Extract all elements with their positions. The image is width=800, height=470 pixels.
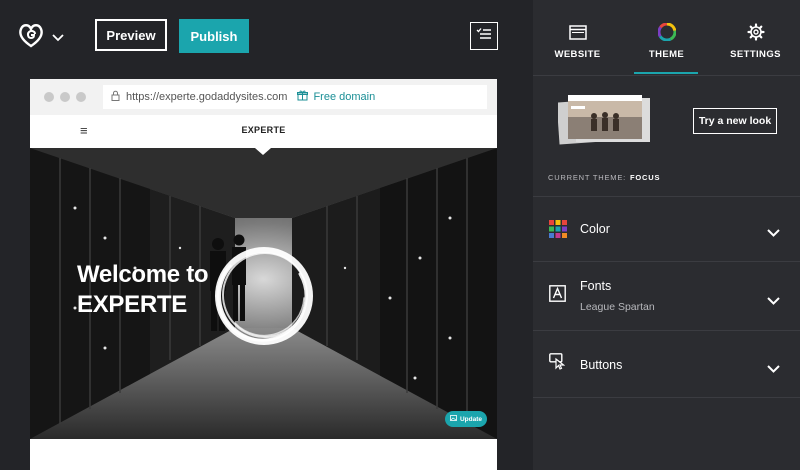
browser-window-icon [568,22,587,42]
hero-title-line-2: EXPERTE [77,291,187,318]
site-preview-browser: https://experte.godaddysites.com Free do… [30,79,497,470]
tab-settings-label: SETTINGS [730,49,781,60]
browser-chrome: https://experte.godaddysites.com Free do… [30,79,497,115]
window-dot-1 [44,92,54,102]
godaddy-logo-icon [18,22,44,53]
window-dot-2 [60,92,70,102]
window-dot-3 [76,92,86,102]
chevron-down-icon [767,360,780,378]
site-title: EXPERTE [241,125,286,135]
publish-button[interactable]: Publish [179,19,249,53]
gift-icon [297,90,309,104]
button-cursor-icon [549,353,566,375]
chevron-down-icon [767,292,780,310]
image-icon [450,415,457,423]
chevron-down-icon [767,224,780,242]
theme-panel: WEBSITE THEME SETTINGS Try a new look CU… [533,0,800,470]
fonts-section-row[interactable]: Fonts League Spartan [533,262,800,331]
color-label: Color [580,222,610,236]
checklist-button[interactable] [470,22,498,50]
free-domain-link[interactable]: Free domain [297,90,375,104]
hero-title: Welcome to EXPERTE [77,260,209,320]
try-new-look-button[interactable]: Try a new look [693,108,777,134]
tab-website[interactable]: WEBSITE [533,0,622,75]
color-palette-icon [549,220,567,243]
buttons-section-row[interactable]: Buttons [533,331,800,398]
color-wheel-icon [657,22,676,42]
tab-theme-label: THEME [648,49,685,60]
current-theme-section: Try a new look CURRENT THEME: FOCUS [533,76,800,197]
tab-settings[interactable]: SETTINGS [711,0,800,75]
lock-icon [111,90,120,104]
buttons-label: Buttons [580,358,623,372]
gear-icon [746,22,765,42]
preview-button[interactable]: Preview [95,19,167,51]
address-bar: https://experte.godaddysites.com Free do… [103,85,487,109]
update-button[interactable]: Update [445,411,487,427]
checklist-icon [476,27,492,46]
free-domain-label: Free domain [313,91,376,103]
current-theme-text: CURRENT THEME: FOCUS [548,173,660,182]
url-text: https://experte.godaddysites.com [126,91,288,103]
site-header: ≡ EXPERTE [30,115,497,149]
header-notch [255,148,271,155]
tab-website-label: WEBSITE [554,49,601,60]
font-icon [549,285,566,307]
theme-thumbnail[interactable] [556,94,653,146]
hero-section: Welcome to EXPERTE Update [30,148,497,439]
fonts-current-value: League Spartan [580,301,655,313]
current-theme-label: CURRENT THEME: [548,173,627,182]
active-tab-indicator [634,72,698,74]
fonts-label: Fonts [580,279,612,293]
chevron-down-icon [52,29,64,47]
tab-theme[interactable]: THEME [622,0,711,75]
logo-menu[interactable] [18,22,64,53]
hero-title-line-1: Welcome to [77,261,209,288]
color-section-row[interactable]: Color [533,197,800,262]
update-label: Update [459,415,483,423]
panel-tabs: WEBSITE THEME SETTINGS [533,0,800,76]
page-content-area [30,439,497,470]
current-theme-value: FOCUS [630,173,661,182]
